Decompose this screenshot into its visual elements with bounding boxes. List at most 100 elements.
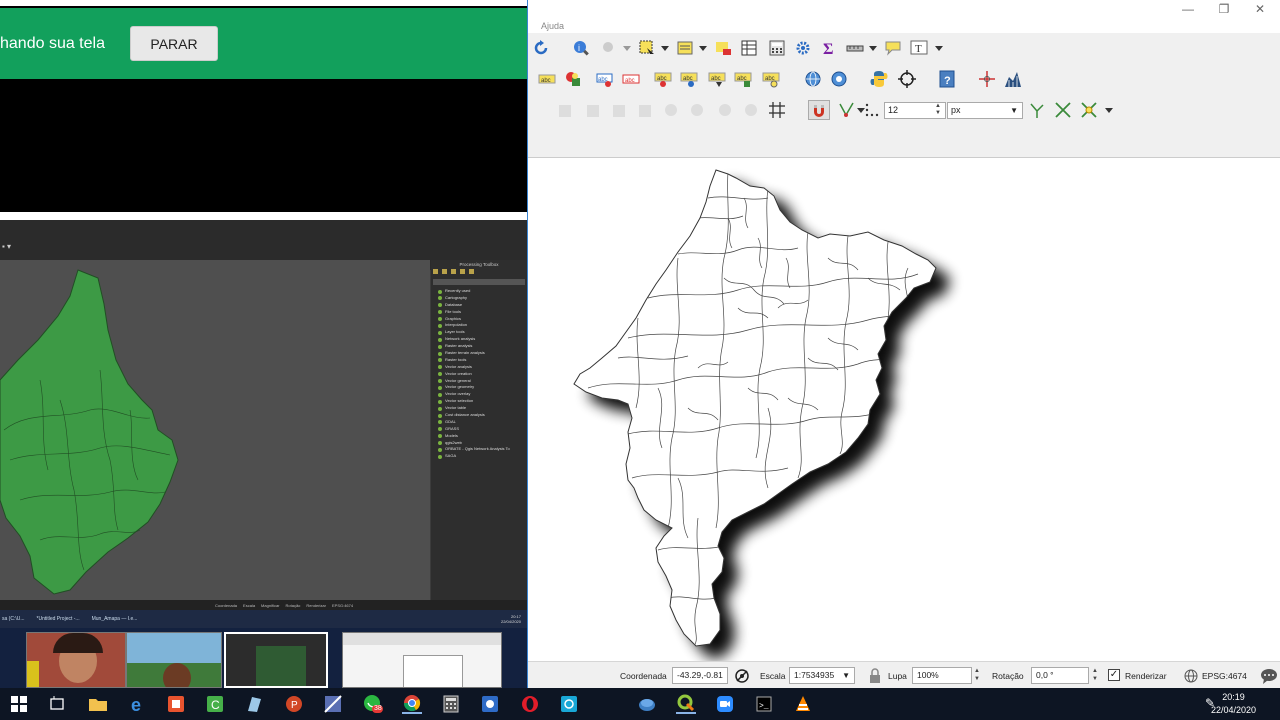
dropdown-arrow-icon[interactable] bbox=[930, 39, 948, 57]
shared-task[interactable]: *Untitled Project -... bbox=[37, 616, 80, 622]
windows-start-icon[interactable] bbox=[9, 694, 29, 714]
toggle-extents-icon[interactable] bbox=[734, 668, 750, 684]
app-orange-icon[interactable] bbox=[166, 694, 186, 714]
toolbox-item[interactable]: Interpolation bbox=[433, 322, 525, 329]
help-icon[interactable]: ? bbox=[938, 70, 956, 88]
snap-options-icon[interactable] bbox=[864, 101, 882, 119]
digitize-disabled-icon[interactable] bbox=[636, 101, 654, 119]
toolbox-item[interactable]: qgis2web bbox=[433, 440, 525, 447]
opera-icon[interactable] bbox=[520, 694, 540, 714]
menu-help[interactable]: Ajuda bbox=[541, 19, 564, 33]
diagram-options-icon[interactable] bbox=[564, 70, 582, 88]
digitize-disabled-icon[interactable] bbox=[716, 101, 734, 119]
calculator-icon[interactable] bbox=[441, 694, 461, 714]
toolbox-item[interactable]: Cartography bbox=[433, 295, 525, 302]
toolbox-item[interactable]: Vector creation bbox=[433, 371, 525, 378]
chrome-icon[interactable] bbox=[402, 694, 422, 714]
toolbox-item[interactable]: Cost distance analysis bbox=[433, 412, 525, 419]
digitize-disabled-icon[interactable] bbox=[584, 101, 602, 119]
field-calculator-icon[interactable] bbox=[768, 39, 786, 57]
magnifier-field[interactable]: 100% bbox=[912, 667, 972, 684]
digitize-disabled-icon[interactable] bbox=[662, 101, 680, 119]
toolbox-item[interactable]: Vector geometry bbox=[433, 384, 525, 391]
profile-tool-icon[interactable] bbox=[1004, 70, 1022, 88]
scale-field[interactable]: 1:7534935 ▼ bbox=[789, 667, 855, 684]
messages-icon[interactable] bbox=[1260, 667, 1278, 685]
app-azure-icon[interactable] bbox=[637, 694, 657, 714]
cmd-icon[interactable]: >_ bbox=[754, 694, 774, 714]
digitize-disabled-icon[interactable] bbox=[688, 101, 706, 119]
map-canvas[interactable] bbox=[528, 157, 1280, 661]
stop-sharing-button[interactable]: PARAR bbox=[130, 26, 218, 61]
rotate-label-icon[interactable]: abc bbox=[708, 70, 726, 88]
toolbox-icon[interactable] bbox=[469, 269, 474, 274]
toolbox-item[interactable]: Raster tools bbox=[433, 357, 525, 364]
video-thumbnail-screen[interactable] bbox=[224, 632, 328, 688]
text-annotation-icon[interactable]: T bbox=[910, 39, 928, 57]
magnifier-spinner[interactable]: ▲ ▼ bbox=[972, 667, 982, 684]
dropdown-arrow-icon[interactable] bbox=[618, 39, 636, 57]
snap-unit-select[interactable]: px ▼ bbox=[947, 102, 1023, 119]
task-view-icon[interactable] bbox=[47, 694, 67, 714]
change-label-icon[interactable]: abc bbox=[734, 70, 752, 88]
restore-button[interactable]: ❐ bbox=[1214, 1, 1234, 17]
toolbox-item[interactable]: SAGA bbox=[433, 453, 525, 460]
grid-icon[interactable] bbox=[768, 101, 786, 119]
tolerance-spinner[interactable]: ▲ ▼ bbox=[932, 103, 944, 118]
toolbox-item[interactable]: Models bbox=[433, 433, 525, 440]
coordinate-field[interactable]: -43.29,-0.81 bbox=[672, 667, 728, 684]
toolbox-item[interactable]: GRASS bbox=[433, 426, 525, 433]
app-cyan-icon[interactable] bbox=[559, 694, 579, 714]
minimize-button[interactable]: — bbox=[1178, 1, 1198, 17]
toolbox-item[interactable]: ORBATE - Qgis Network Analysis To bbox=[433, 446, 525, 453]
toolbox-icon[interactable] bbox=[433, 269, 438, 274]
toolbox-item[interactable]: Vector analysis bbox=[433, 364, 525, 371]
file-explorer-icon[interactable] bbox=[88, 694, 108, 714]
processing-toolbox-icon[interactable] bbox=[794, 39, 812, 57]
crs-globe-icon[interactable] bbox=[1184, 669, 1198, 683]
attribute-table-icon[interactable] bbox=[740, 39, 758, 57]
identify-disabled-icon[interactable] bbox=[600, 39, 618, 57]
zoom-icon[interactable] bbox=[715, 694, 735, 714]
toolbox-icon[interactable] bbox=[442, 269, 447, 274]
toolbox-search-input[interactable] bbox=[433, 279, 525, 285]
avoid-intersections-icon[interactable] bbox=[1054, 101, 1072, 119]
toolbox-item[interactable]: Graphics bbox=[433, 316, 525, 323]
select-features-icon[interactable] bbox=[638, 39, 656, 57]
toolbox-item[interactable]: Layer tools bbox=[433, 329, 525, 336]
statistics-summary-icon[interactable]: Σ bbox=[820, 39, 838, 57]
whatsapp-icon[interactable]: 38 bbox=[363, 694, 383, 714]
toolbox-icon[interactable] bbox=[460, 269, 465, 274]
highlight-labels-icon[interactable]: abc bbox=[596, 70, 614, 88]
toolbox-item[interactable]: File tools bbox=[433, 309, 525, 316]
video-thumbnail-beach[interactable] bbox=[126, 632, 222, 688]
zoom-globe-icon[interactable] bbox=[804, 70, 822, 88]
shared-task[interactable]: sa (C:\U... bbox=[2, 616, 25, 622]
topological-editing-icon[interactable] bbox=[1028, 101, 1046, 119]
lock-scale-icon[interactable] bbox=[868, 668, 882, 684]
toolbox-icon[interactable] bbox=[451, 269, 456, 274]
pin-labels-icon[interactable]: abc bbox=[622, 70, 640, 88]
show-hide-labels-icon[interactable]: abc bbox=[654, 70, 672, 88]
toolbox-item[interactable]: Vector selection bbox=[433, 398, 525, 405]
toolbox-item[interactable]: Network analysis bbox=[433, 336, 525, 343]
refresh-icon[interactable] bbox=[532, 39, 550, 57]
crosshair-icon[interactable] bbox=[978, 70, 996, 88]
dropdown-arrow-icon[interactable] bbox=[864, 39, 882, 57]
dropdown-arrow-icon[interactable] bbox=[656, 39, 674, 57]
digitize-disabled-icon[interactable] bbox=[556, 101, 574, 119]
gps-target-icon[interactable] bbox=[898, 70, 916, 88]
toolbox-item[interactable]: GDAL bbox=[433, 419, 525, 426]
deselect-features-icon[interactable] bbox=[714, 39, 732, 57]
digitize-disabled-icon[interactable] bbox=[610, 101, 628, 119]
toolbox-item[interactable]: Raster terrain analysis bbox=[433, 350, 525, 357]
metasearch-icon[interactable] bbox=[830, 70, 848, 88]
close-button[interactable]: ✕ bbox=[1250, 1, 1270, 17]
vlc-icon[interactable] bbox=[793, 694, 813, 714]
app-striped-icon[interactable] bbox=[323, 694, 343, 714]
dropdown-arrow-icon[interactable] bbox=[694, 39, 712, 57]
toolbox-item[interactable]: Database bbox=[433, 302, 525, 309]
map-tips-icon[interactable] bbox=[884, 39, 902, 57]
crs-label[interactable]: EPSG:4674 bbox=[1202, 671, 1247, 681]
app-green-icon[interactable]: C bbox=[205, 694, 225, 714]
